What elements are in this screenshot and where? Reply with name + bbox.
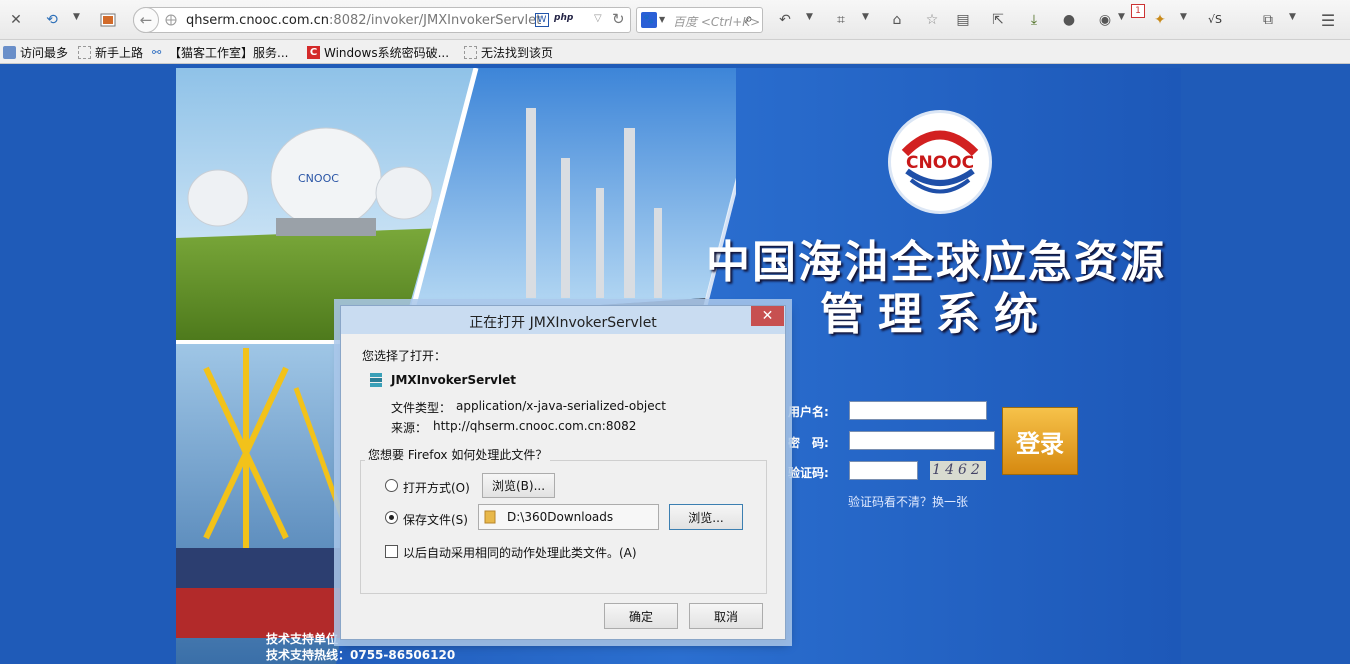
password-input[interactable]: [849, 431, 995, 450]
password-label: 密 码:: [788, 436, 829, 450]
captcha-label: 验证码:: [788, 466, 829, 480]
source-label: 来源：: [391, 421, 428, 435]
window-dropdown-icon[interactable]: ▼: [1289, 12, 1296, 22]
share-icon[interactable]: ⇱: [988, 10, 1008, 30]
support-hotline: 技术支持热线：0755-86506120: [266, 648, 456, 662]
search-icon[interactable]: ⌕: [745, 11, 753, 27]
page-icon: [78, 46, 91, 59]
save-file-label[interactable]: 保存文件(S): [403, 511, 468, 528]
home-icon[interactable]: ⌂: [887, 10, 907, 30]
browser-toolbar: ✕ ⟲ ▼ ← qhserm.cnooc.com.cn:8082/invoker…: [0, 0, 1350, 40]
back-arrow-icon[interactable]: ←: [133, 7, 159, 33]
most-visited-icon: [3, 46, 16, 59]
reload-history-icon[interactable]: ⟲: [42, 10, 62, 30]
php-icon[interactable]: php: [554, 13, 573, 23]
c-logo-icon: C: [307, 46, 320, 59]
extension-dropdown-icon[interactable]: ▼: [1180, 12, 1187, 22]
refresh-icon[interactable]: ↻: [612, 10, 625, 28]
bookmarks-bar: 访问最多 新手上路 ⚯ 【猫客工作室】服务... C Windows系统密码破.…: [0, 40, 1350, 64]
open-with-label[interactable]: 打开方式(O): [403, 479, 470, 496]
bookmark-getting-started[interactable]: 新手上路: [78, 44, 143, 61]
auto-action-label[interactable]: 以后自动采用相同的动作处理此类文件。(A): [403, 544, 637, 561]
menu-icon[interactable]: ☰: [1318, 10, 1338, 30]
address-bar[interactable]: ← qhserm.cnooc.com.cn:8082/invoker/JMXIn…: [133, 7, 631, 33]
search-bar[interactable]: 🐾 ▼ 百度 <Ctrl+K> ⌕: [636, 7, 763, 33]
account-icon[interactable]: ●: [1059, 10, 1079, 30]
dialog-title: 正在打开 JMXInvokerServlet: [469, 315, 657, 331]
username-label: 用户名:: [788, 405, 829, 419]
window-icon[interactable]: ⧉: [1258, 10, 1278, 30]
download-icon[interactable]: ⤓: [1024, 10, 1044, 30]
extension-icon[interactable]: ✦: [1150, 10, 1170, 30]
auto-action-checkbox[interactable]: [385, 545, 398, 558]
folder-icon: [484, 510, 496, 527]
addon-icon[interactable]: ◉: [1095, 10, 1115, 30]
file-type-value: application/x-java-serialized-object: [456, 399, 666, 413]
bookmark-windows-password[interactable]: C Windows系统密码破...: [307, 44, 449, 61]
tank-label: CNOOC: [298, 172, 339, 185]
support-unit: 技术支持单位: [266, 632, 339, 646]
undo-dropdown-icon[interactable]: ▼: [806, 12, 813, 22]
captcha-image[interactable]: 1462: [930, 461, 986, 480]
url-text[interactable]: qhserm.cnooc.com.cn:8082/invoker/JMXInvo…: [186, 13, 541, 28]
file-type-label: 文件类型：: [391, 401, 452, 415]
login-button[interactable]: 登录: [1002, 407, 1078, 475]
bookmark-maoke-studio[interactable]: ⚯ 【猫客工作室】服务...: [152, 44, 288, 61]
svg-text:CNOOC: CNOOC: [906, 153, 974, 173]
link-icon: ⚯: [152, 46, 162, 59]
open-file-dialog: 正在打开 JMXInvokerServlet ✕ 您选择了打开： JMXInvo…: [340, 305, 786, 640]
open-with-radio[interactable]: [385, 479, 398, 492]
page-icon: [464, 46, 477, 59]
browse-app-button[interactable]: 浏览(B)...: [482, 473, 555, 498]
profile-label[interactable]: √S: [1208, 13, 1222, 26]
close-tab-icon[interactable]: ✕: [6, 10, 26, 30]
cancel-button[interactable]: 取消: [689, 603, 763, 629]
file-name: JMXInvokerServlet: [391, 373, 516, 387]
captcha-input[interactable]: [849, 461, 918, 480]
save-path-field[interactable]: D:\360Downloads: [478, 504, 659, 530]
baidu-paw-icon[interactable]: 🐾: [641, 12, 657, 28]
history-dropdown-icon[interactable]: ▼: [73, 12, 80, 22]
save-path: D:\360Downloads: [507, 510, 614, 524]
source-value: http://qhserm.cnooc.com.cn:8082: [433, 419, 637, 433]
you-chose-label: 您选择了打开：: [362, 349, 447, 363]
dialog-titlebar[interactable]: 正在打开 JMXInvokerServlet ✕: [341, 306, 785, 334]
bookmark-most-visited[interactable]: 访问最多: [3, 44, 68, 61]
action-question: 您想要 Firefox 如何处理此文件？: [365, 446, 551, 463]
save-file-radio[interactable]: [385, 511, 398, 524]
reading-list-icon[interactable]: ▤: [953, 10, 973, 30]
username-input[interactable]: [849, 401, 987, 420]
addon-dropdown-icon[interactable]: ▼: [1118, 12, 1125, 22]
refresh-captcha-link[interactable]: 验证码看不清？换一张: [848, 493, 968, 510]
file-type-icon: [369, 372, 383, 391]
engine-dropdown-icon[interactable]: ▼: [659, 15, 665, 24]
notification-badge[interactable]: 1: [1131, 4, 1145, 18]
crop-dropdown-icon[interactable]: ▼: [862, 12, 869, 22]
crop-icon[interactable]: ⌗: [831, 10, 851, 30]
cnooc-logo: CNOOC: [888, 110, 992, 214]
undo-icon[interactable]: ↶: [775, 10, 795, 30]
screenshot-icon[interactable]: [98, 10, 118, 30]
dialog-close-button[interactable]: ✕: [751, 306, 784, 326]
globe-icon: [165, 14, 177, 29]
bookmark-page-not-found[interactable]: 无法找到该页: [464, 44, 553, 61]
ok-button[interactable]: 确定: [604, 603, 678, 629]
browse-folder-button[interactable]: 浏览...: [669, 504, 743, 530]
bookmark-star-icon[interactable]: ☆: [922, 10, 942, 30]
compat-mode-icon[interactable]: W: [535, 13, 549, 27]
url-dropdown-icon[interactable]: ▽: [594, 13, 602, 24]
